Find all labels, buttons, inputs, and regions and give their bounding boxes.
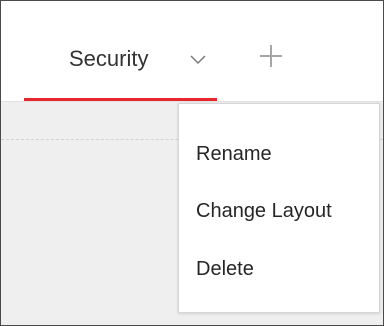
menu-item-delete[interactable]: Delete [179, 251, 379, 287]
menu-item-change-layout[interactable]: Change Layout [179, 193, 379, 229]
tab-security[interactable]: Security [24, 31, 217, 101]
chevron-down-icon[interactable] [188, 49, 208, 69]
menu-item-rename[interactable]: Rename [179, 136, 379, 172]
plus-icon[interactable] [257, 42, 285, 70]
tab-bar: Security [1, 1, 383, 102]
tab-context-menu: Rename Change Layout Delete [178, 103, 380, 313]
tab-label: Security [69, 46, 149, 71]
active-tab-indicator [24, 98, 217, 101]
app-window: Security Rename Change Layout Delete [0, 0, 384, 326]
